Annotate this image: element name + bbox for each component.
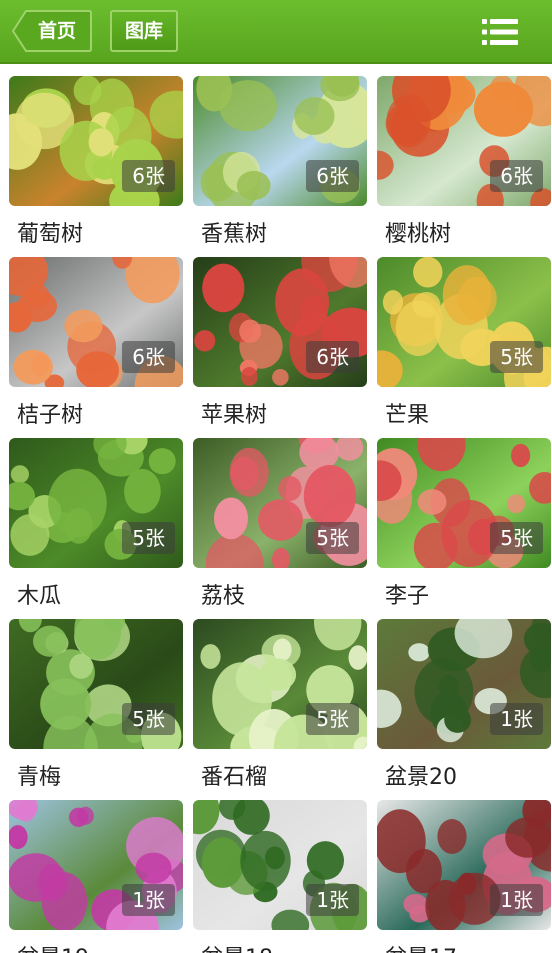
gallery-item-photo[interactable]: 1张 [377,800,551,930]
list-menu-icon[interactable] [480,16,520,48]
photo-count-badge: 1张 [306,884,359,916]
gallery-item[interactable]: 5张芒果 [377,245,551,429]
gallery-item-photo[interactable]: 6张 [9,257,183,387]
gallery-item-title[interactable]: 荔枝 [201,578,245,610]
gallery-item-photo[interactable]: 1张 [193,800,367,930]
gallery-item[interactable]: 5张木瓜 [9,426,183,610]
gallery-item-title[interactable]: 香蕉树 [201,216,267,248]
gallery-button[interactable]: 图库 [110,10,178,52]
gallery-item-title[interactable]: 芒果 [385,397,429,429]
gallery-item-title[interactable]: 葡萄树 [17,216,83,248]
photo-count-badge: 5张 [490,341,543,373]
photo-count-badge: 5张 [490,522,543,554]
gallery-item-title[interactable]: 樱桃树 [385,216,451,248]
photo-count-badge: 6张 [122,341,175,373]
gallery-item-photo[interactable]: 6张 [193,257,367,387]
gallery-grid: 6张 葡萄树 6张 香蕉树 6张 樱桃树 6张 桔子树 6张 苹果树 5张 芒果 5张 木瓜 5张 荔枝 5张李… [0,64,552,953]
gallery-item[interactable]: 5张番石榴 [193,607,367,791]
gallery-item-photo[interactable]: 5张 [377,438,551,568]
gallery-item-photo[interactable]: 5张 [9,438,183,568]
photo-count-badge: 5张 [122,522,175,554]
photo-count-badge: 5张 [306,703,359,735]
gallery-item[interactable]: 6张苹果树 [193,245,367,429]
photo-count-badge: 6张 [122,160,175,192]
photo-count-badge: 1张 [490,884,543,916]
gallery-item[interactable]: 5张青梅 [9,607,183,791]
gallery-item[interactable]: 1张盆景18 [193,788,367,953]
gallery-item-title[interactable]: 李子 [385,578,429,610]
gallery-item-photo[interactable]: 1张 [9,800,183,930]
photo-count-badge: 6张 [306,160,359,192]
photo-count-badge: 5张 [306,522,359,554]
gallery-item[interactable]: 1张盆景17 [377,788,551,953]
gallery-item[interactable]: 6张樱桃树 [377,64,551,248]
gallery-item-photo[interactable]: 6张 [377,76,551,206]
gallery-item-title[interactable]: 桔子树 [17,397,83,429]
gallery-item-photo[interactable]: 5张 [193,438,367,568]
gallery-item[interactable]: 6张桔子树 [9,245,183,429]
home-back-label: 首页 [38,20,77,42]
photo-count-badge: 5张 [122,703,175,735]
gallery-item[interactable]: 5张荔枝 [193,426,367,610]
gallery-item-photo[interactable]: 5张 [377,257,551,387]
gallery-item-photo[interactable]: 6张 [193,76,367,206]
gallery-item[interactable]: 6张香蕉树 [193,64,367,248]
top-bar: 首页 图库 [0,0,552,64]
gallery-item[interactable]: 1张盆景20 [377,607,551,791]
gallery-item-photo[interactable]: 6张 [9,76,183,206]
photo-count-badge: 1张 [490,703,543,735]
gallery-item-title[interactable]: 番石榴 [201,759,267,791]
photo-count-badge: 6张 [490,160,543,192]
gallery-item-title[interactable]: 青梅 [17,759,61,791]
gallery-item-title[interactable]: 盆景19 [17,940,89,953]
photo-count-badge: 6张 [306,341,359,373]
gallery-item-title[interactable]: 苹果树 [201,397,267,429]
gallery-item-title[interactable]: 盆景17 [385,940,457,953]
gallery-item[interactable]: 6张葡萄树 [9,64,183,248]
gallery-item-title[interactable]: 木瓜 [17,578,61,610]
home-back-button[interactable]: 首页 [12,10,92,52]
gallery-item-title[interactable]: 盆景18 [201,940,273,953]
gallery-item-photo[interactable]: 5张 [193,619,367,749]
gallery-item-title[interactable]: 盆景20 [385,759,457,791]
gallery-item[interactable]: 5张李子 [377,426,551,610]
gallery-item-photo[interactable]: 5张 [9,619,183,749]
photo-count-badge: 1张 [122,884,175,916]
gallery-item-photo[interactable]: 1张 [377,619,551,749]
gallery-item[interactable]: 1张盆景19 [9,788,183,953]
